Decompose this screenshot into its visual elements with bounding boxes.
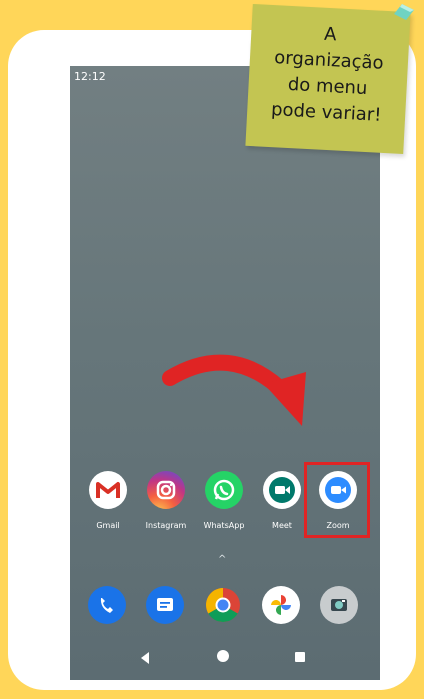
whatsapp-icon bbox=[205, 471, 243, 509]
app-label: Meet bbox=[272, 521, 292, 530]
messages-icon[interactable] bbox=[146, 586, 184, 624]
navigation-bar bbox=[70, 634, 380, 680]
recents-button[interactable] bbox=[295, 652, 305, 662]
camera-icon[interactable] bbox=[320, 586, 358, 624]
chrome-icon[interactable] bbox=[204, 586, 242, 624]
instagram-icon bbox=[147, 471, 185, 509]
app-label: Gmail bbox=[96, 521, 120, 530]
app-instagram[interactable]: Instagram bbox=[138, 471, 194, 549]
app-label: WhatsApp bbox=[203, 521, 245, 530]
dock bbox=[70, 586, 380, 630]
pin-icon bbox=[394, 4, 414, 20]
app-label: Instagram bbox=[145, 521, 187, 530]
back-button[interactable] bbox=[141, 652, 149, 664]
home-button[interactable] bbox=[217, 650, 229, 662]
app-drawer-chevron-icon[interactable]: ^ bbox=[218, 554, 226, 565]
meet-icon bbox=[263, 471, 301, 509]
phone-icon[interactable] bbox=[88, 586, 126, 624]
zoom-highlight-box bbox=[304, 462, 370, 538]
sticky-note: A organização do menu pode variar! bbox=[245, 3, 411, 155]
photos-icon[interactable] bbox=[262, 586, 300, 624]
app-whatsapp[interactable]: WhatsApp bbox=[196, 471, 252, 549]
sticky-note-text: A organização do menu pode variar! bbox=[259, 19, 398, 130]
app-gmail[interactable]: Gmail bbox=[80, 471, 136, 549]
status-time: 12:12 bbox=[74, 70, 106, 83]
app-meet[interactable]: Meet bbox=[254, 471, 310, 549]
gmail-icon bbox=[89, 471, 127, 509]
curved-arrow-icon bbox=[162, 354, 306, 426]
